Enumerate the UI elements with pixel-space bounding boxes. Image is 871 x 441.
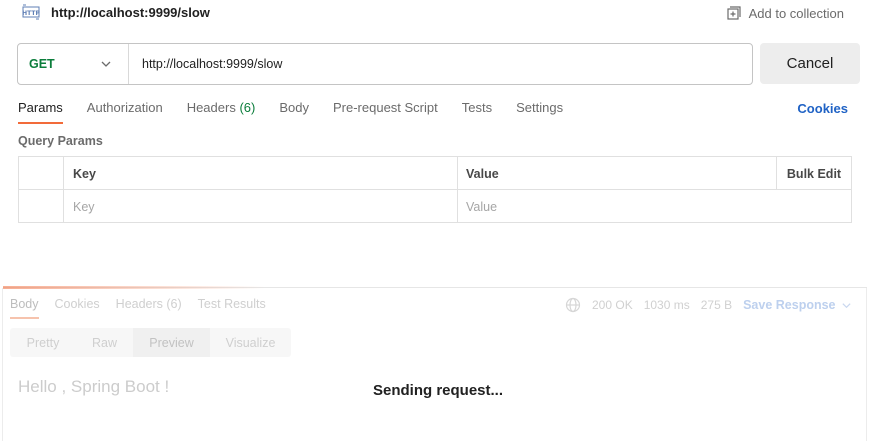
response-tab-cookies[interactable]: Cookies: [55, 297, 100, 319]
request-header: HTTP http://localhost:9999/slow Add to c…: [0, 0, 871, 26]
add-to-collection-button[interactable]: Add to collection: [725, 4, 844, 22]
save-response-label: Save Response: [743, 298, 836, 312]
query-params-title: Query Params: [18, 134, 103, 148]
view-visualize[interactable]: Visualize: [210, 328, 291, 357]
checkbox-column-header: [19, 157, 64, 190]
row-checkbox-cell: [19, 190, 64, 223]
loading-progress-bar: [3, 286, 265, 289]
response-meta: 200 OK 1030 ms 275 B Save Response: [565, 296, 852, 314]
add-collection-label: Add to collection: [748, 5, 844, 21]
url-input[interactable]: http://localhost:9999/slow: [129, 57, 282, 71]
sending-request-status: Sending request...: [373, 382, 504, 399]
response-body-preview: Hello , Spring Boot !: [18, 377, 170, 396]
tab-body[interactable]: Body: [279, 100, 309, 124]
response-tabs: Body Cookies Headers (6) Test Results: [10, 297, 282, 319]
view-raw[interactable]: Raw: [76, 328, 133, 357]
tab-tests[interactable]: Tests: [462, 100, 492, 124]
add-collection-icon: [726, 6, 741, 20]
method-label: GET: [29, 57, 55, 71]
request-title[interactable]: http://localhost:9999/slow: [51, 5, 210, 20]
response-time[interactable]: 1030 ms: [644, 298, 690, 312]
chevron-down-icon: [841, 302, 851, 308]
response-tab-test-results[interactable]: Test Results: [198, 297, 266, 319]
response-pane-right-border: [866, 288, 867, 441]
tab-headers[interactable]: Headers (6): [187, 100, 256, 124]
url-bar: GET http://localhost:9999/slow: [17, 43, 753, 85]
save-response-button[interactable]: Save Response: [743, 298, 851, 312]
status-code[interactable]: 200 OK: [592, 298, 633, 312]
cancel-button[interactable]: Cancel: [760, 43, 860, 84]
cookies-link[interactable]: Cookies: [797, 101, 848, 116]
chevron-down-icon: [101, 61, 111, 67]
response-size[interactable]: 275 B: [701, 298, 732, 312]
tab-settings[interactable]: Settings: [516, 100, 563, 124]
response-pane-left-border: [2, 288, 3, 441]
table-row: Key Value: [19, 190, 851, 223]
value-input[interactable]: Value: [458, 190, 776, 223]
table-header-row: Key Value Bulk Edit: [19, 157, 851, 190]
bulk-edit-button[interactable]: Bulk Edit: [776, 157, 851, 190]
view-preview[interactable]: Preview: [133, 328, 210, 357]
response-tab-headers[interactable]: Headers (6): [116, 297, 182, 319]
key-column-header: Key: [64, 157, 458, 190]
view-pretty[interactable]: Pretty: [10, 328, 76, 357]
response-view-modes: Pretty Raw Preview Visualize: [10, 328, 291, 357]
tab-pre-request-script[interactable]: Pre-request Script: [333, 100, 438, 124]
tab-authorization[interactable]: Authorization: [87, 100, 163, 124]
key-input[interactable]: Key: [64, 190, 458, 223]
request-tabs: Params Authorization Headers (6) Body Pr…: [18, 100, 587, 124]
query-params-table: Key Value Bulk Edit Key Value: [18, 156, 852, 223]
globe-icon[interactable]: [565, 297, 581, 313]
svg-text:HTTP: HTTP: [22, 10, 40, 17]
value-column-header: Value: [466, 166, 499, 181]
tab-params[interactable]: Params: [18, 100, 63, 124]
response-tab-body[interactable]: Body: [10, 297, 39, 319]
headers-count: (6): [239, 100, 256, 115]
method-select[interactable]: GET: [18, 44, 129, 84]
http-request-icon: HTTP: [22, 4, 40, 20]
